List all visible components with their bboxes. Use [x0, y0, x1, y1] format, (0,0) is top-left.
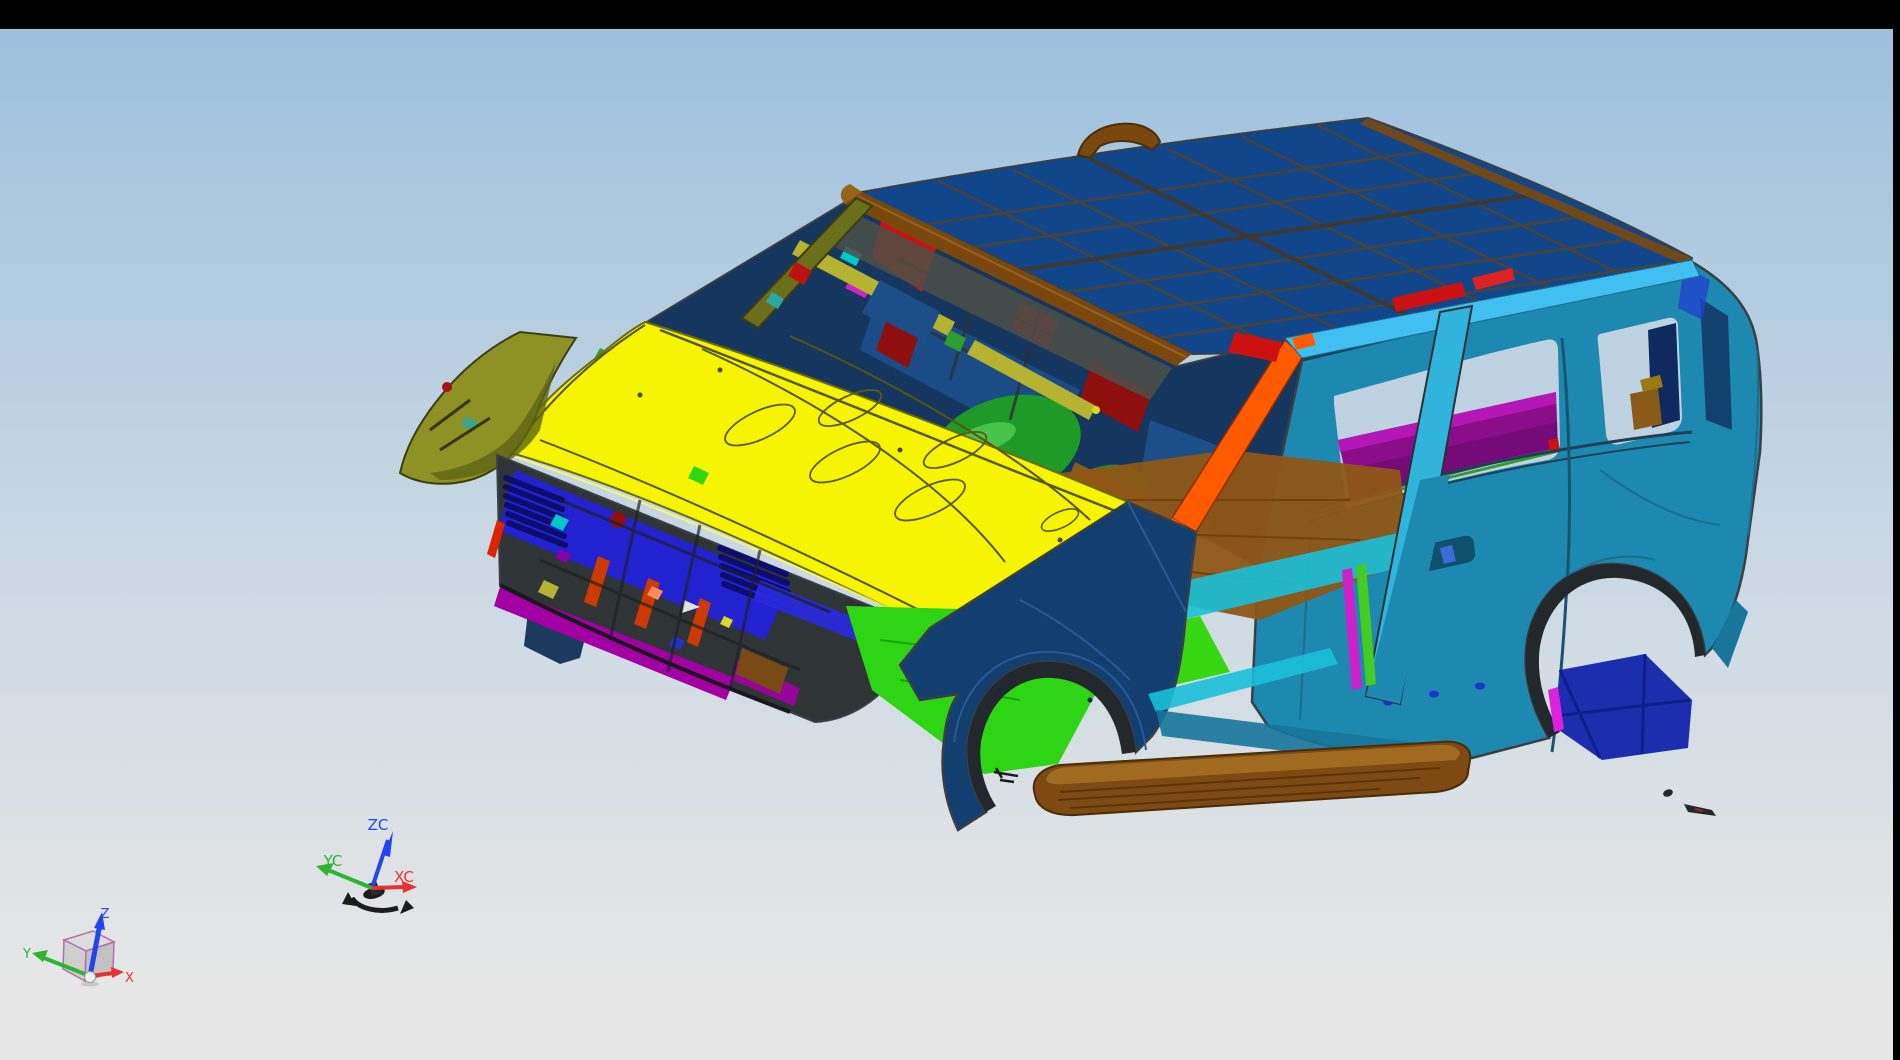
part-quarter-window: [1598, 318, 1682, 445]
part-floating-debris[interactable]: [1662, 788, 1716, 816]
model-scene: ZC YC XC Z Y X: [0, 0, 1900, 1060]
wcs-y-label: YC: [323, 852, 343, 870]
wcs-triad[interactable]: ZC YC XC: [316, 816, 417, 914]
wcs-z-label: ZC: [368, 816, 389, 834]
part-rear-wheelhouse[interactable]: [1548, 654, 1692, 760]
top-black-bar: [0, 0, 1900, 29]
cad-application-window: ZC YC XC Z Y X: [0, 0, 1900, 1060]
view-y-label: Y: [22, 947, 31, 962]
view-orientation-triad[interactable]: Z Y X: [22, 907, 134, 987]
right-black-bar: [1893, 0, 1900, 1060]
car-body-model[interactable]: [400, 118, 1761, 830]
view-z-label: Z: [101, 907, 110, 922]
wcs-x-label: XC: [394, 868, 414, 886]
view-x-label: X: [125, 971, 134, 986]
